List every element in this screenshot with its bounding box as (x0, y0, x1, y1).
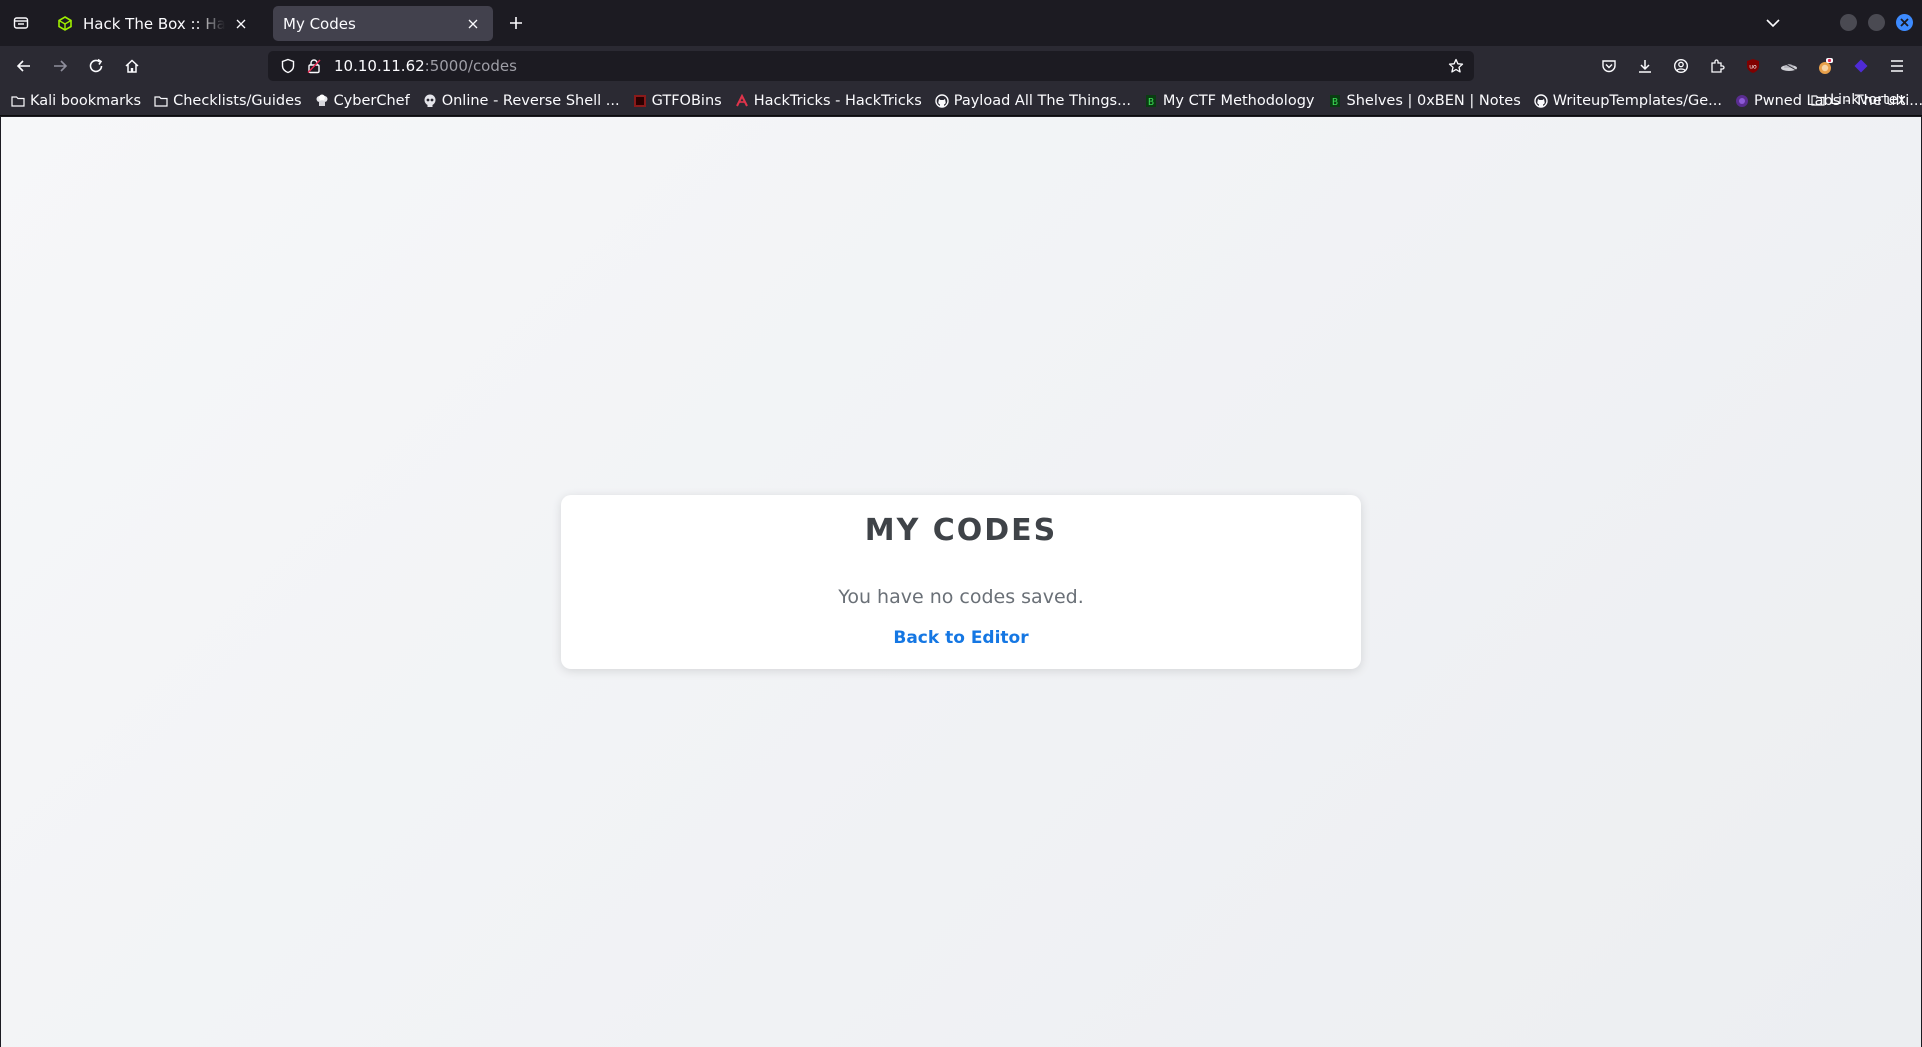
puzzle-icon (1711, 59, 1725, 73)
svg-text:B: B (1331, 97, 1337, 108)
lock-warning-icon[interactable] (304, 56, 324, 76)
arrow-left-icon (16, 60, 30, 72)
bookstack-icon: B (1327, 93, 1343, 109)
bookmark-cyberchef[interactable]: CyberChef (314, 93, 410, 109)
empty-state-message: You have no codes saved. (838, 586, 1084, 608)
tab-my-codes[interactable]: My Codes (273, 6, 493, 41)
bookmark-label: Kali bookmarks (30, 92, 142, 109)
url-bar[interactable]: 10.10.11.62:5000/codes (268, 51, 1474, 81)
close-icon[interactable] (463, 14, 483, 34)
chevron-down-icon (1766, 19, 1780, 28)
bookmark-label: Online - Reverse Shell ... (441, 92, 620, 109)
url-path: :5000/codes (424, 57, 517, 75)
list-all-tabs-button[interactable] (1760, 10, 1786, 36)
download-icon (1639, 60, 1651, 73)
bookmark-linkvortex[interactable]: Linkvortex (1810, 92, 1906, 108)
url-host: 10.10.11.62 (334, 57, 425, 75)
folder-icon (10, 93, 26, 109)
gtfobins-icon (632, 93, 648, 109)
home-button[interactable] (118, 52, 146, 80)
navigation-toolbar: 10.10.11.62:5000/codes uo (0, 46, 1922, 86)
pwnedlabs-icon (1734, 93, 1750, 109)
bookmark-checklists[interactable]: Checklists/Guides (153, 92, 302, 109)
account-icon (1673, 58, 1689, 74)
htb-cube-icon (56, 15, 74, 33)
folder-icon (1810, 92, 1826, 108)
close-icon[interactable] (231, 14, 251, 34)
ublock-origin-button[interactable]: uo (1741, 54, 1765, 78)
home-icon (125, 59, 139, 73)
bookmark-star-icon[interactable] (1446, 56, 1466, 76)
svg-text:B: B (1148, 97, 1154, 108)
url-text[interactable]: 10.10.11.62:5000/codes (334, 57, 517, 75)
bookmark-label: Checklists/Guides (173, 92, 302, 109)
downloads-button[interactable] (1633, 54, 1657, 78)
tab-hackthebox[interactable]: Hack The Box :: Hack The Box (46, 6, 261, 41)
maximize-button[interactable] (1868, 14, 1885, 31)
extension-eye-button[interactable] (1777, 54, 1801, 78)
bookmark-label: WriteupTemplates/Ge... (1552, 92, 1723, 109)
bookmark-label: Linkvortex (1829, 92, 1906, 108)
account-button[interactable] (1669, 54, 1693, 78)
bookmark-reverse-shell[interactable]: Online - Reverse Shell ... (422, 93, 620, 109)
bookmark-label: Shelves | 0xBEN | Notes (1346, 92, 1521, 109)
reload-button[interactable] (82, 52, 110, 80)
bookmark-payloads[interactable]: Payload All The Things... (934, 93, 1131, 109)
codes-card: MY CODES You have no codes saved. Back t… (561, 495, 1361, 669)
pocket-icon (1602, 60, 1616, 73)
extension-purple-button[interactable] (1849, 54, 1873, 78)
pocket-button[interactable] (1597, 54, 1621, 78)
bookmarks-toolbar: Kali bookmarks Checklists/Guides CyberCh… (0, 86, 1922, 116)
bookmark-hacktricks[interactable]: HackTricks - HackTricks (734, 93, 922, 109)
page-title: MY CODES (864, 513, 1058, 548)
tab-strip: Hack The Box :: Hack The Box My Codes (0, 0, 1922, 46)
shield-icon[interactable] (278, 56, 298, 76)
foxyproxy-button[interactable] (1813, 54, 1837, 78)
back-to-editor-link[interactable]: Back to Editor (893, 628, 1028, 648)
new-tab-button[interactable] (503, 10, 529, 36)
close-icon (1900, 18, 1909, 27)
hat-extension-icon (1781, 61, 1797, 71)
tab-title: Hack The Box :: Hack The Box (83, 14, 225, 33)
extensions-button[interactable] (1705, 54, 1729, 78)
app-menu-button[interactable] (1885, 54, 1909, 78)
hacktricks-icon (734, 93, 750, 109)
bookmark-writeup-templates[interactable]: WriteupTemplates/Ge... (1533, 93, 1722, 109)
bookmark-gtfobins[interactable]: GTFOBins (632, 93, 722, 109)
reload-icon (89, 58, 103, 73)
arrow-right-icon (54, 60, 68, 72)
bookmark-label: Payload All The Things... (953, 92, 1131, 109)
foxyproxy-icon (1819, 58, 1833, 74)
tab-title: My Codes (283, 14, 356, 33)
bookmark-ctf-methodology[interactable]: B My CTF Methodology (1143, 93, 1315, 109)
page-content: MY CODES You have no codes saved. Back t… (1, 117, 1921, 1047)
forward-button[interactable] (46, 52, 74, 80)
bookstack-icon: B (1143, 93, 1159, 109)
folder-icon (153, 93, 169, 109)
bookmark-label: GTFOBins (651, 92, 722, 109)
skull-icon (422, 93, 438, 109)
firefox-view-icon (13, 17, 29, 29)
minimize-button[interactable] (1840, 14, 1857, 31)
hamburger-menu-icon (1891, 60, 1903, 72)
window-close-button[interactable] (1896, 14, 1913, 31)
github-icon (934, 93, 950, 109)
wappalyzer-icon (1854, 59, 1868, 73)
bookmark-label: HackTricks - HackTricks (753, 92, 922, 109)
plus-icon (510, 17, 522, 29)
back-button[interactable] (10, 52, 38, 80)
bookmark-label: My CTF Methodology (1162, 92, 1315, 109)
github-icon (1533, 93, 1549, 109)
svg-text:uo: uo (1749, 64, 1757, 71)
chef-hat-icon (314, 93, 330, 109)
ublock-shield-icon: uo (1747, 59, 1759, 73)
bookmark-label: CyberChef (333, 92, 410, 109)
bookmark-shelves[interactable]: B Shelves | 0xBEN | Notes (1327, 93, 1521, 109)
bookmark-kali[interactable]: Kali bookmarks (10, 93, 141, 109)
firefox-view-button[interactable] (8, 10, 34, 36)
